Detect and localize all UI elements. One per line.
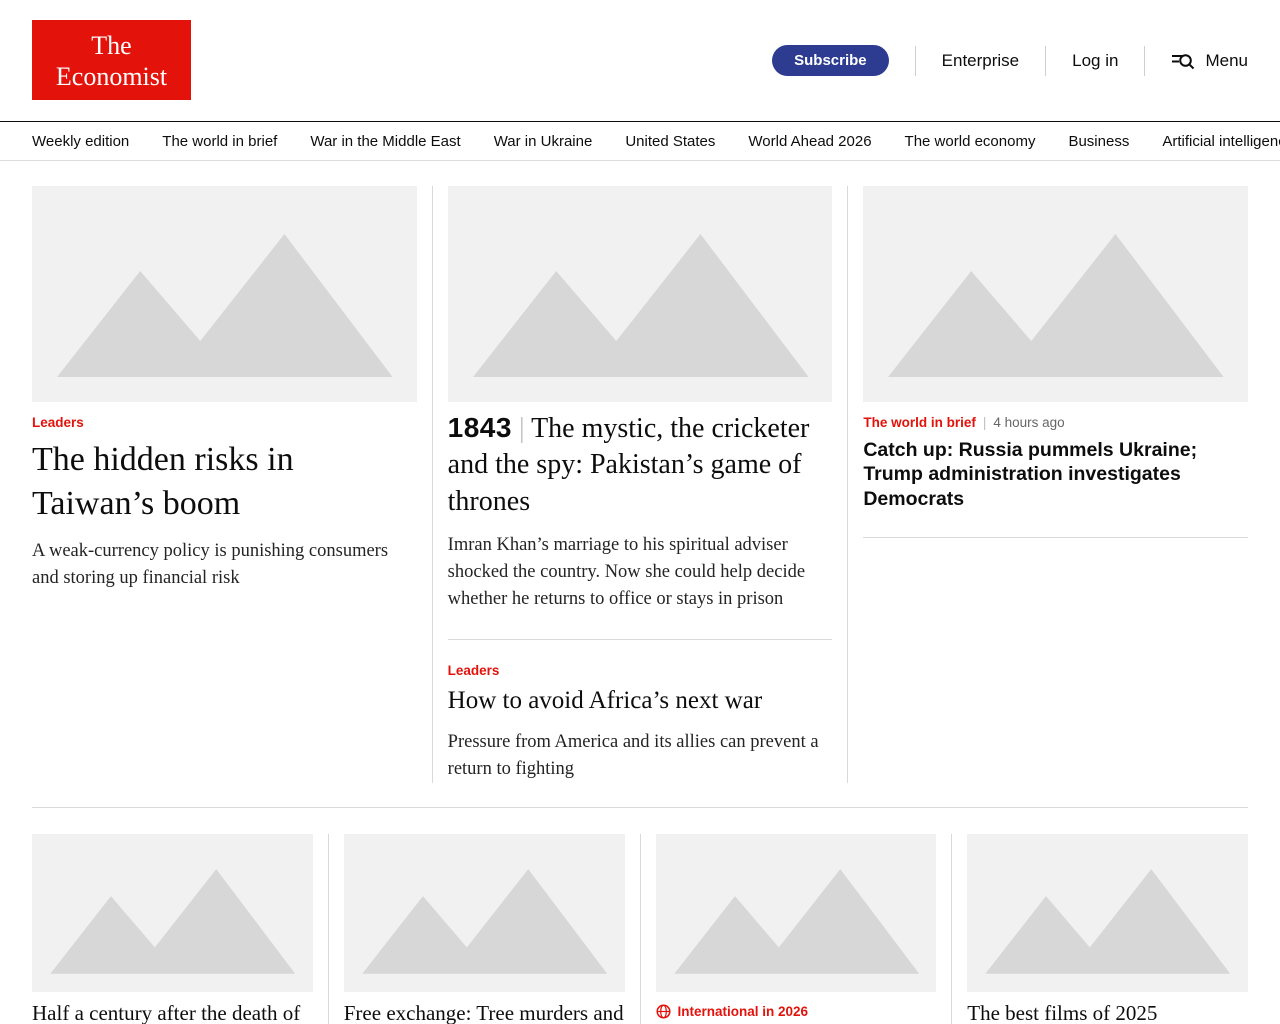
header-divider xyxy=(1144,46,1145,76)
column-divider xyxy=(847,186,848,783)
enterprise-link[interactable]: Enterprise xyxy=(942,51,1019,71)
nav-item-war-ukraine[interactable]: War in Ukraine xyxy=(494,133,593,150)
1843-brand-label: 1843 xyxy=(448,412,512,443)
brief-story-kicker[interactable]: The world in brief xyxy=(863,415,976,430)
bottom-card-international: International in 2026 Seven conflicts to… xyxy=(656,834,937,1024)
brief-story-card: The world in brief | 4 hours ago Catch u… xyxy=(863,186,1248,783)
nav-item-world-in-brief[interactable]: The world in brief xyxy=(162,133,277,150)
bottom-card-image-placeholder[interactable] xyxy=(344,834,625,992)
subscribe-button[interactable]: Subscribe xyxy=(772,45,889,76)
lead-story-kicker[interactable]: Leaders xyxy=(32,415,84,430)
bottom-card-image-placeholder[interactable] xyxy=(656,834,937,992)
leaders-story-kicker[interactable]: Leaders xyxy=(448,663,500,678)
nav-item-artificial-intelligence[interactable]: Artificial intelligence xyxy=(1162,133,1280,150)
leaders-story-headline[interactable]: How to avoid Africa’s next war xyxy=(448,685,833,718)
nav-item-world-economy[interactable]: The world economy xyxy=(905,133,1036,150)
economist-logo[interactable]: The Economist xyxy=(32,20,191,100)
bottom-card-headline[interactable]: The best films of 2025 xyxy=(967,1000,1248,1024)
feature-story-image-placeholder[interactable] xyxy=(448,186,833,402)
story-divider xyxy=(863,537,1248,538)
kicker-separator: | xyxy=(983,415,987,430)
primary-nav: Weekly edition The world in brief War in… xyxy=(0,121,1280,161)
bottom-card-kicker[interactable]: International in 2026 xyxy=(678,1004,809,1019)
header-divider xyxy=(915,46,916,76)
column-divider xyxy=(640,834,641,1024)
bottom-card-kicker-row: International in 2026 xyxy=(656,1004,937,1019)
lead-story-card: Leaders The hidden risks in Taiwan’s boo… xyxy=(32,186,417,783)
column-divider xyxy=(951,834,952,1024)
menu-button[interactable]: Menu xyxy=(1171,50,1248,71)
nav-item-world-ahead-2026[interactable]: World Ahead 2026 xyxy=(748,133,871,150)
bottom-card-image-placeholder[interactable] xyxy=(967,834,1248,992)
bottom-card-best-films: The best films of 2025 They feature prie… xyxy=(967,834,1248,1024)
search-menu-icon xyxy=(1171,50,1196,71)
header-actions: Subscribe Enterprise Log in Menu xyxy=(772,0,1248,121)
bottom-card-franco: Half a century after the death of Franco… xyxy=(32,834,313,1024)
login-link[interactable]: Log in xyxy=(1072,51,1118,71)
menu-label: Menu xyxy=(1205,51,1248,71)
top-stories-grid: Leaders The hidden risks in Taiwan’s boo… xyxy=(32,186,1248,783)
globe-icon xyxy=(656,1004,671,1019)
leaders-story-standfirst: Pressure from America and its allies can… xyxy=(448,729,833,783)
column-divider xyxy=(432,186,433,783)
lead-story-headline[interactable]: The hidden risks in Taiwan’s boom xyxy=(32,438,417,526)
headline-separator: | xyxy=(519,413,525,444)
feature-story-headline[interactable]: 1843 | The mystic, the cricketer and the… xyxy=(448,410,833,520)
nav-item-war-middle-east[interactable]: War in the Middle East xyxy=(310,133,460,150)
story-divider xyxy=(448,639,833,640)
brief-story-kicker-row: The world in brief | 4 hours ago xyxy=(863,415,1248,430)
section-divider xyxy=(32,807,1248,808)
brief-story-image-placeholder[interactable] xyxy=(863,186,1248,402)
logo-line-1: The xyxy=(32,30,191,61)
bottom-card-headline[interactable]: Half a century after the death of Franco… xyxy=(32,1000,313,1024)
nav-item-united-states[interactable]: United States xyxy=(625,133,715,150)
site-header: The Economist Subscribe Enterprise Log i… xyxy=(0,0,1280,121)
brief-story-headline[interactable]: Catch up: Russia pummels Ukraine; Trump … xyxy=(863,438,1248,511)
nav-item-business[interactable]: Business xyxy=(1068,133,1129,150)
lead-story-standfirst: A weak-currency policy is punishing cons… xyxy=(32,538,417,592)
bottom-card-image-placeholder[interactable] xyxy=(32,834,313,992)
column-divider xyxy=(328,834,329,1024)
brief-story-timestamp: 4 hours ago xyxy=(993,415,1064,430)
bottom-card-headline[interactable]: Free exchange: Tree murders and the econ… xyxy=(344,1000,625,1024)
bottom-stories-grid: Half a century after the death of Franco… xyxy=(32,834,1248,1024)
lead-story-image-placeholder[interactable] xyxy=(32,186,417,402)
nav-item-weekly-edition[interactable]: Weekly edition xyxy=(32,133,129,150)
main-content: Leaders The hidden risks in Taiwan’s boo… xyxy=(32,186,1248,1024)
feature-column: 1843 | The mystic, the cricketer and the… xyxy=(448,186,833,783)
logo-line-2: Economist xyxy=(32,61,191,92)
bottom-card-free-exchange: Free exchange: Tree murders and the econ… xyxy=(344,834,625,1024)
header-divider xyxy=(1045,46,1046,76)
feature-story-standfirst: Imran Khan’s marriage to his spiritual a… xyxy=(448,532,833,612)
leaders-story-card: Leaders How to avoid Africa’s next war P… xyxy=(448,662,833,783)
